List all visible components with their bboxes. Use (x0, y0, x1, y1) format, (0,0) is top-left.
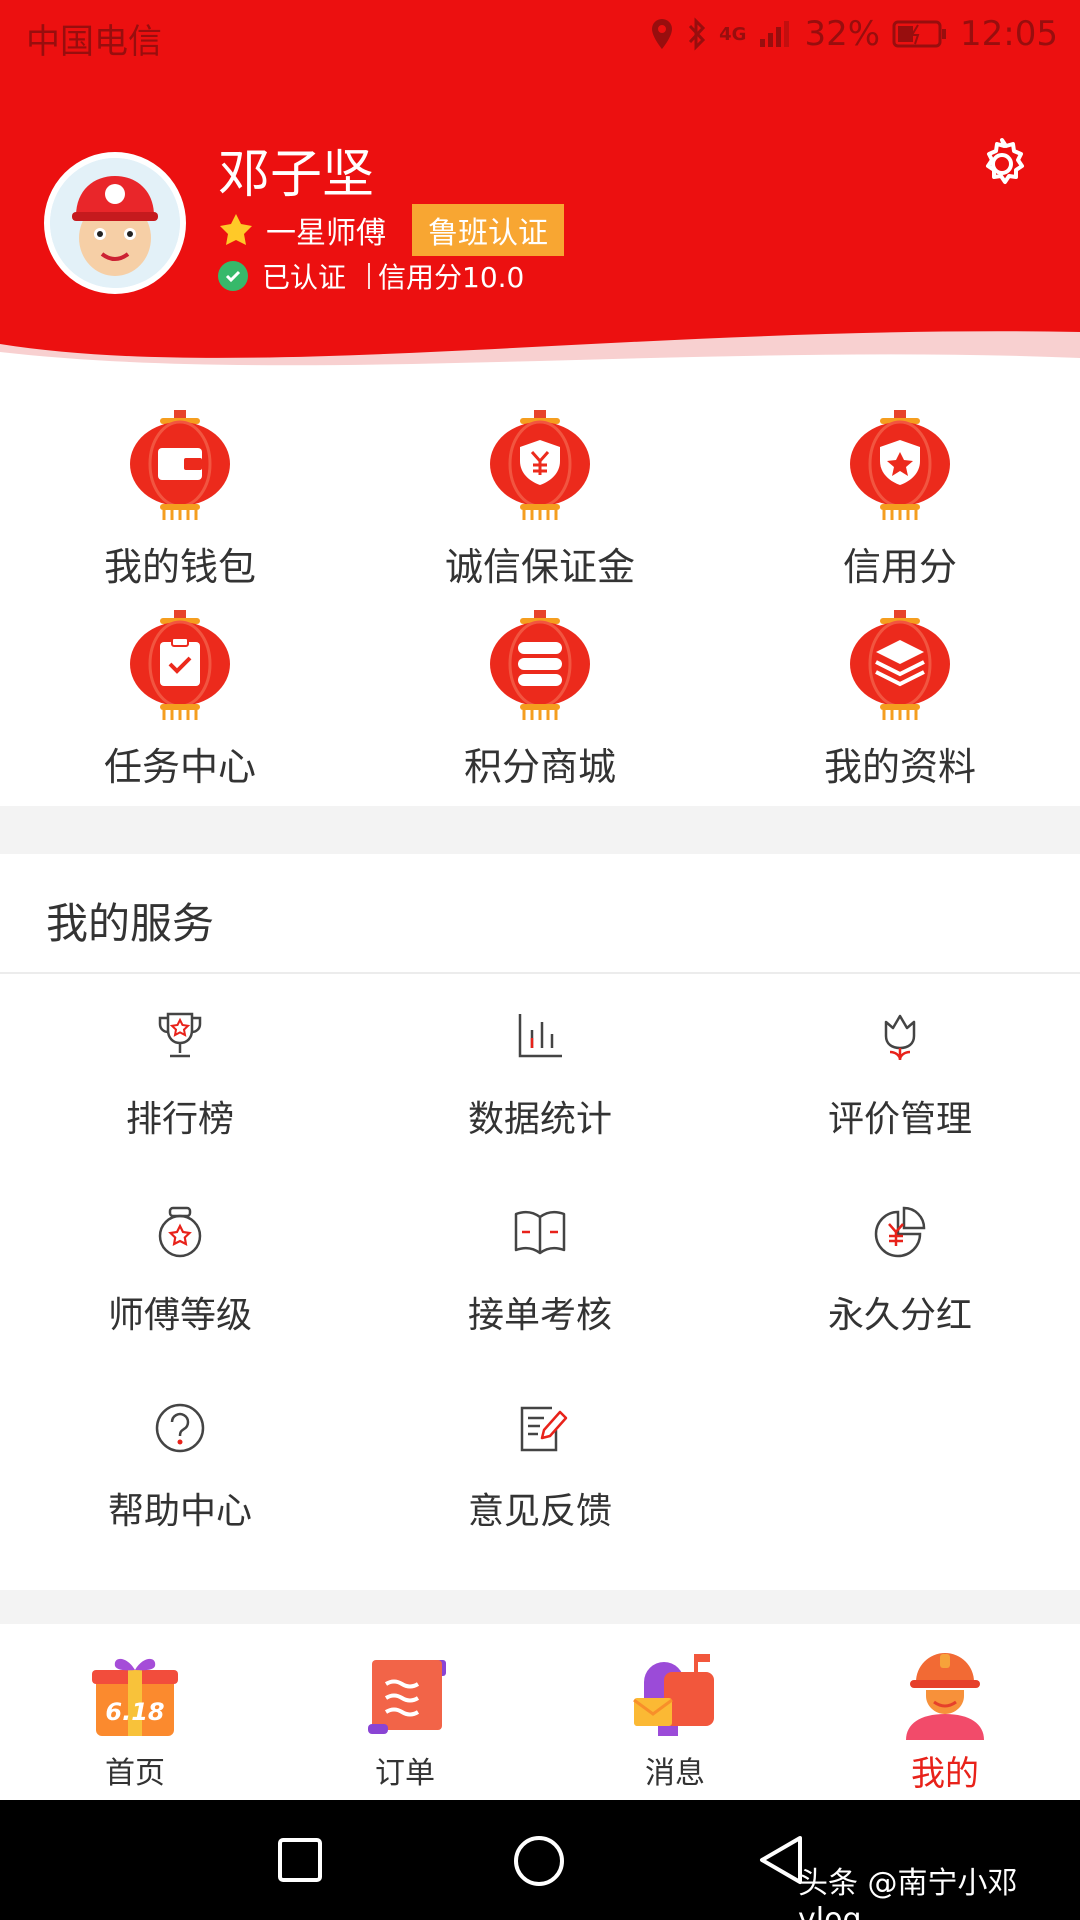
bottom-tab-bar: 6.18 首页 订单 消息 我的 (0, 1624, 1080, 1800)
gift-618-icon: 6.18 (92, 1658, 178, 1736)
shield-star-icon (850, 410, 950, 520)
signal-icon (760, 21, 790, 47)
home-circle-icon[interactable] (512, 1834, 566, 1888)
verified-check-icon (218, 261, 248, 291)
scroll-icon (368, 1660, 446, 1734)
book-icon (514, 1210, 566, 1255)
avatar[interactable] (44, 152, 186, 294)
service-help-center[interactable]: 帮助中心 (0, 1376, 360, 1572)
verify-row: 已认证 信用分10.0 (218, 256, 524, 296)
mailbox-icon (633, 1654, 714, 1736)
status-bar: 中国电信 4G 32% 12:05 (0, 0, 1080, 80)
divider (368, 263, 371, 289)
star-icon (220, 214, 252, 245)
worker-avatar-icon (50, 158, 180, 288)
service-label: 评价管理 (827, 1099, 972, 1140)
grid-item-tasks[interactable]: 任务中心 (0, 588, 360, 789)
grid-item-label: 我的钱包 (103, 545, 256, 589)
tab-label: 消息 (645, 1756, 705, 1791)
service-label: 永久分红 (827, 1295, 972, 1336)
services-title: 我的服务 (46, 899, 215, 948)
location-icon (652, 19, 673, 49)
tab-home[interactable]: 6.18 首页 (0, 1624, 270, 1800)
grid-item-label: 积分商城 (463, 745, 616, 789)
coin-stack-icon (490, 610, 590, 720)
grid-item-label: 诚信保证金 (444, 545, 635, 589)
grid-item-points-mall[interactable]: 积分商城 (360, 588, 720, 789)
quick-actions-panel: 我的钱包 诚信保证金 信用分 任务中心 积分商城 我的资料 (0, 370, 1080, 806)
service-label: 接单考核 (467, 1295, 612, 1336)
service-statistics[interactable]: 数据统计 (360, 984, 720, 1180)
clipboard-check-icon (130, 610, 230, 720)
tab-label: 订单 (375, 1756, 435, 1791)
bar-chart-icon (518, 1014, 562, 1058)
service-label: 师傅等级 (107, 1295, 252, 1336)
tab-label: 我的 (911, 1754, 979, 1794)
help-icon (155, 1403, 205, 1453)
service-master-level[interactable]: 师傅等级 (0, 1180, 360, 1376)
service-label: 意见反馈 (467, 1491, 612, 1532)
flower-icon (884, 1014, 916, 1061)
status-icons: 4G 32% 12:05 (649, 14, 1058, 54)
grid-item-my-profile[interactable]: 我的资料 (720, 588, 1080, 789)
service-order-assessment[interactable]: 接单考核 (360, 1180, 720, 1376)
tab-messages[interactable]: 消息 (540, 1624, 810, 1800)
profile-header: 中国电信 4G 32% 12:05 邓子坚 一星师傅 鲁班认证 已认证 信用分1… (0, 0, 1080, 370)
service-feedback[interactable]: 意见反馈 (360, 1376, 720, 1572)
shield-yuan-icon (490, 410, 590, 520)
grid-item-label: 我的资料 (823, 745, 976, 789)
service-label: 帮助中心 (107, 1491, 252, 1532)
user-name: 邓子坚 (218, 145, 375, 205)
service-ranking[interactable]: 排行榜 (0, 984, 360, 1180)
app-root: 中国电信 4G 32% 12:05 邓子坚 一星师傅 鲁班认证 已认证 信用分1… (0, 0, 1080, 1920)
battery-percent: 32% (804, 14, 881, 54)
grid-item-label: 信用分 (842, 545, 957, 589)
worker-helmet-icon (906, 1653, 984, 1740)
trophy-icon (158, 1012, 202, 1058)
credit-score-label: 信用分10.0 (378, 261, 525, 294)
yuan-pie-icon (874, 1206, 926, 1258)
tab-orders[interactable]: 订单 (270, 1624, 540, 1800)
level-label: 一星师傅 (266, 216, 386, 251)
bluetooth-icon (689, 17, 706, 51)
service-dividends[interactable]: 永久分红 (720, 1180, 1080, 1376)
gift-badge-text: 6.18 (105, 1698, 164, 1726)
grid-item-label: 任务中心 (103, 745, 256, 789)
service-reviews[interactable]: 评价管理 (720, 984, 1080, 1180)
battery-icon (892, 20, 947, 48)
my-services-panel: 我的服务 排行榜 数据统计 评价管理 师傅等级 接单考核 永久分红 帮助中心 意… (0, 854, 1080, 1590)
recent-apps-icon[interactable] (276, 1836, 324, 1884)
network-label: 4G (719, 23, 747, 45)
tab-mine[interactable]: 我的 (810, 1624, 1080, 1800)
grid-item-deposit[interactable]: 诚信保证金 (360, 388, 720, 589)
wallet-icon (130, 410, 230, 520)
level-row: 一星师傅 鲁班认证 (218, 204, 564, 256)
tab-label: 首页 (105, 1756, 165, 1791)
grid-item-credit[interactable]: 信用分 (720, 388, 1080, 589)
verified-label: 已认证 (262, 261, 347, 294)
service-label: 数据统计 (467, 1099, 612, 1140)
medal-icon (158, 1206, 202, 1258)
luban-badge[interactable]: 鲁班认证 (412, 204, 564, 256)
clock-time: 12:05 (960, 14, 1058, 54)
header-wave (0, 331, 1080, 370)
settings-gear-icon[interactable] (972, 134, 1032, 194)
divider (0, 972, 1080, 974)
feedback-icon (520, 1406, 568, 1452)
carrier-label: 中国电信 (26, 22, 162, 62)
grid-item-wallet[interactable]: 我的钱包 (0, 388, 360, 589)
service-label: 排行榜 (125, 1099, 234, 1140)
watermark-text: 头条 @南宁小邓vlog (798, 1866, 1018, 1920)
layers-icon (850, 610, 950, 720)
